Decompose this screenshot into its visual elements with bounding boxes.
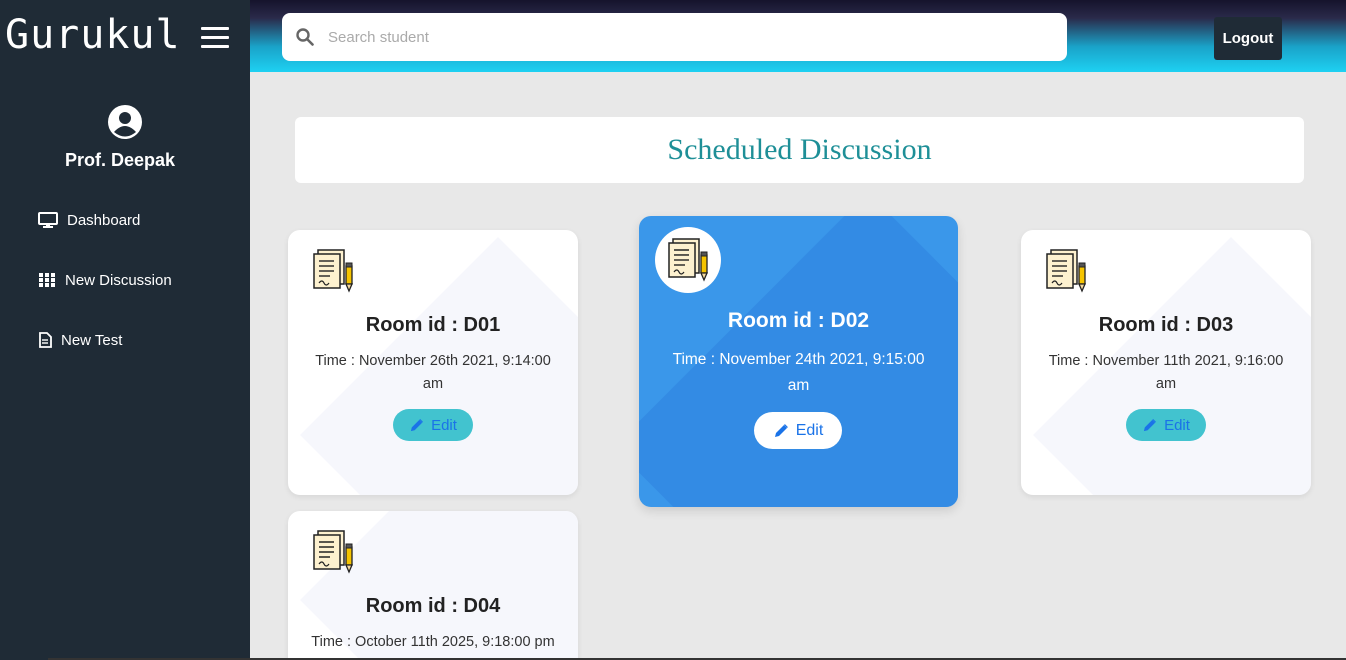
search-icon	[296, 28, 314, 46]
room-id: Room id : D03	[1098, 314, 1234, 336]
discussion-card[interactable]: Room id : D03 Time : November 11th 2021,…	[1021, 230, 1311, 495]
room-time: Time : November 26th 2021, 9:14:00 am	[315, 353, 551, 392]
document-icon-circle	[655, 227, 721, 293]
document-icon	[665, 237, 711, 283]
room-time: Time : November 11th 2021, 9:16:00 am	[1048, 353, 1284, 392]
search-input[interactable]	[328, 28, 1028, 46]
sidebar-item-label: New Discussion	[65, 271, 172, 289]
sidebar-item-label: New Test	[61, 331, 123, 349]
document-icon	[1043, 248, 1089, 294]
sidebar: Gurukul Prof. Deepak Dashboard New Discu…	[0, 0, 250, 660]
edit-button[interactable]: Edit	[754, 412, 842, 449]
discussion-card[interactable]: Room id : D01 Time : November 26th 2021,…	[288, 230, 578, 495]
document-icon	[310, 529, 356, 575]
pencil-icon	[409, 418, 424, 433]
sidebar-nav: Dashboard New Discussion New Test	[38, 205, 172, 385]
search-bar	[282, 13, 1067, 61]
grid-icon	[39, 273, 55, 287]
user-avatar-icon	[108, 105, 142, 139]
file-icon	[39, 332, 52, 348]
pencil-icon	[1142, 418, 1157, 433]
top-header: Logout	[250, 0, 1346, 72]
profile-name: Prof. Deepak	[64, 150, 176, 170]
monitor-icon	[38, 212, 58, 228]
edit-label: Edit	[1164, 416, 1190, 434]
menu-icon[interactable]	[201, 27, 229, 49]
edit-label: Edit	[795, 421, 824, 439]
edit-button[interactable]: Edit	[393, 409, 473, 441]
discussion-card[interactable]: Room id : D04 Time : October 11th 2025, …	[288, 511, 578, 660]
edit-label: Edit	[431, 416, 457, 434]
pencil-icon	[773, 423, 789, 439]
room-id: Room id : D02	[727, 309, 870, 332]
document-icon	[310, 248, 356, 294]
room-id: Room id : D01	[365, 314, 501, 336]
room-time: Time : October 11th 2025, 9:18:00 pm	[311, 634, 555, 650]
sidebar-item-new-test[interactable]: New Test	[38, 325, 172, 355]
brand-row: Gurukul	[0, 0, 250, 72]
title-panel: Scheduled Discussion	[295, 117, 1304, 183]
room-id: Room id : D04	[365, 595, 501, 617]
sidebar-item-label: Dashboard	[67, 211, 141, 229]
profile: Prof. Deepak	[0, 104, 250, 171]
sidebar-item-dashboard[interactable]: Dashboard	[38, 205, 172, 235]
discussion-card-active[interactable]: Room id : D02 Time : November 24th 2021,…	[639, 216, 958, 507]
logout-button[interactable]: Logout	[1214, 17, 1282, 60]
edit-button[interactable]: Edit	[1126, 409, 1206, 441]
page-title: Scheduled Discussion	[667, 133, 932, 166]
brand-logo: Gurukul	[5, 12, 181, 58]
sidebar-item-new-discussion[interactable]: New Discussion	[38, 265, 172, 295]
room-time: Time : November 24th 2021, 9:15:00 am	[672, 351, 925, 394]
